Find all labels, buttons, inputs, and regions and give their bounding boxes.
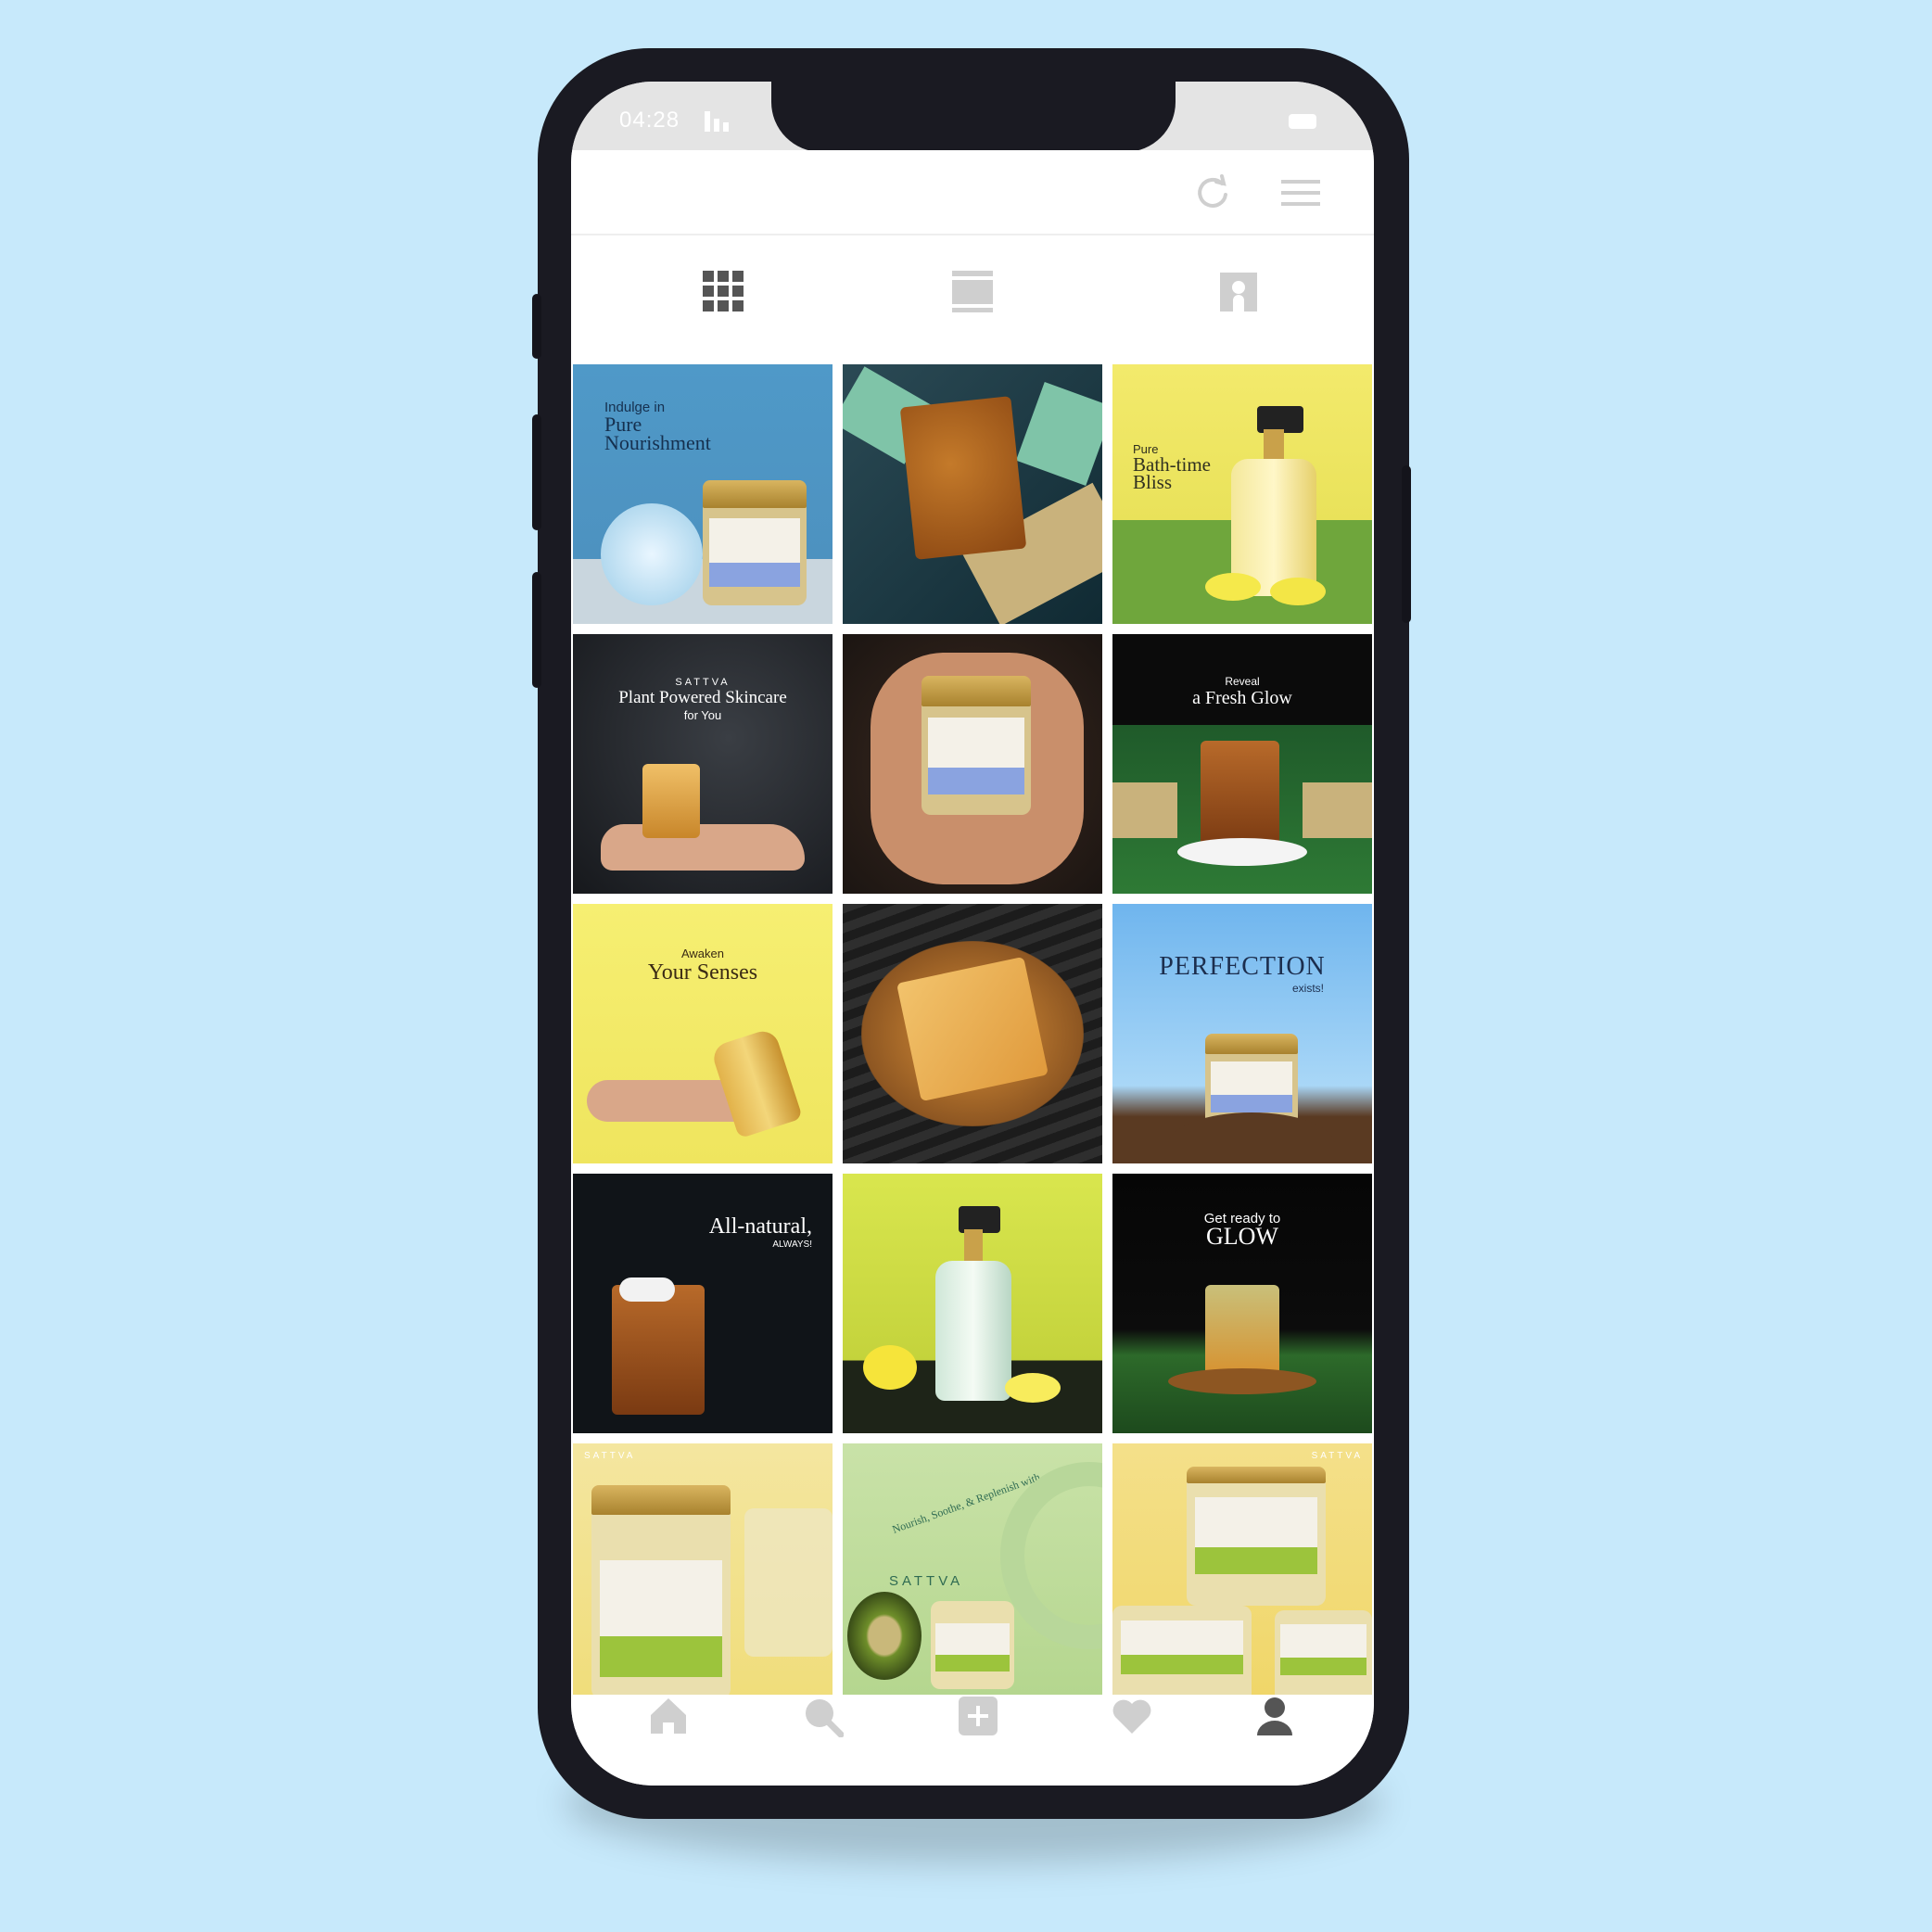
lemon (863, 1345, 917, 1390)
post-tile[interactable]: Awaken Your Senses (573, 904, 833, 1163)
soap-box (1112, 782, 1177, 838)
post-tile[interactable]: Indulge in Pure Nourishment (573, 364, 833, 624)
lemon-slice (1005, 1373, 1061, 1403)
bath-cream-jar (931, 1601, 1014, 1689)
profile-icon[interactable] (1253, 1695, 1296, 1737)
post-tile[interactable]: SATTVA Plant Powered Skincare for You (573, 634, 833, 894)
post-tile[interactable]: Get ready to GLOW (1112, 1174, 1372, 1433)
soap-bar (1201, 741, 1279, 847)
post-caption: SATTVA (889, 1573, 964, 1589)
soap-wrap (1016, 382, 1102, 486)
post-caption: Reveal (1225, 675, 1260, 688)
post-caption: Plant Powered Skincare (618, 688, 787, 707)
home-icon[interactable] (647, 1695, 690, 1737)
post-caption: Bliss (1133, 471, 1173, 493)
soap-bar (642, 764, 700, 838)
bath-cream-jar (1112, 1606, 1252, 1703)
profile-header (571, 150, 1374, 235)
post-tile[interactable]: SATTVA (1112, 1443, 1372, 1703)
foam (619, 1277, 675, 1302)
status-time: 04:28 (619, 108, 680, 133)
bath-cream-jar (1275, 1610, 1372, 1703)
lemon-slice (1270, 578, 1326, 605)
body-butter-jar (703, 480, 807, 605)
side-button-volume-down (532, 572, 541, 688)
body-wash-bottle (935, 1206, 1011, 1401)
camera-notch (771, 82, 1176, 152)
soap-box (1303, 782, 1372, 838)
post-tile[interactable] (843, 364, 1102, 624)
post-tile[interactable]: All-natural, ALWAYS! (573, 1174, 833, 1433)
tagged-icon[interactable] (1211, 263, 1266, 319)
signal-icon (705, 111, 736, 132)
post-caption: PERFECTION (1159, 952, 1326, 981)
side-button-power (1402, 465, 1411, 623)
post-caption: exists! (1291, 982, 1324, 995)
body-butter-jar (922, 676, 1031, 815)
heart-icon[interactable] (1111, 1695, 1153, 1737)
bath-cream-jar (744, 1508, 833, 1657)
post-tile[interactable] (843, 1174, 1102, 1433)
foam (1177, 838, 1307, 866)
post-caption: a Fresh Glow (1192, 688, 1292, 708)
almonds (1168, 1368, 1316, 1394)
post-caption: for You (683, 708, 722, 722)
side-button-volume-up (532, 414, 541, 530)
search-icon[interactable] (801, 1695, 844, 1737)
menu-icon[interactable] (1281, 176, 1320, 210)
post-caption: ALWAYS! (772, 1239, 812, 1250)
soil-mound (1168, 1112, 1335, 1163)
hand (601, 824, 805, 871)
post-caption: Awaken (680, 947, 724, 960)
battery-icon (1289, 114, 1316, 129)
body-wash-bottle (1231, 406, 1316, 596)
post-tile[interactable]: Nourish, Soothe, & Replenish with SATTVA (843, 1443, 1102, 1703)
bath-cream-jar (591, 1485, 731, 1698)
post-caption: All-natural, (708, 1214, 812, 1239)
post-caption: Your Senses (647, 960, 758, 985)
soap-bar (612, 1285, 705, 1415)
avocado (847, 1592, 922, 1680)
post-tile[interactable] (843, 904, 1102, 1163)
post-caption: SATTVA (1311, 1451, 1363, 1461)
grid-icon[interactable] (695, 263, 751, 319)
soap-bar (1205, 1285, 1279, 1378)
side-button-mute (532, 294, 541, 359)
phone-screen: 04:28 Indulge in Pure Nourishment Pure B… (571, 82, 1374, 1786)
profile-tabs (571, 235, 1374, 352)
add-icon[interactable] (957, 1695, 999, 1737)
post-caption: SATTVA (675, 677, 731, 688)
refresh-icon[interactable] (1194, 174, 1231, 211)
post-grid: Indulge in Pure Nourishment Pure Bath-ti… (573, 364, 1374, 1703)
bottom-nav (571, 1695, 1374, 1786)
post-caption: SATTVA (584, 1451, 636, 1461)
post-tile[interactable] (843, 634, 1102, 894)
feed-icon[interactable] (945, 263, 1000, 319)
soap-bar (899, 396, 1027, 560)
post-tile[interactable]: PERFECTION exists! (1112, 904, 1372, 1163)
post-caption: GLOW (1206, 1223, 1278, 1250)
post-tile[interactable]: Reveal a Fresh Glow (1112, 634, 1372, 894)
bath-cream-jar (1187, 1467, 1326, 1606)
post-tile[interactable]: SATTVA (573, 1443, 833, 1703)
butter-scoop (601, 503, 703, 605)
post-caption: Nourishment (604, 431, 711, 454)
lemon-slice (1205, 573, 1261, 601)
post-tile[interactable]: Pure Bath-time Bliss (1112, 364, 1372, 624)
